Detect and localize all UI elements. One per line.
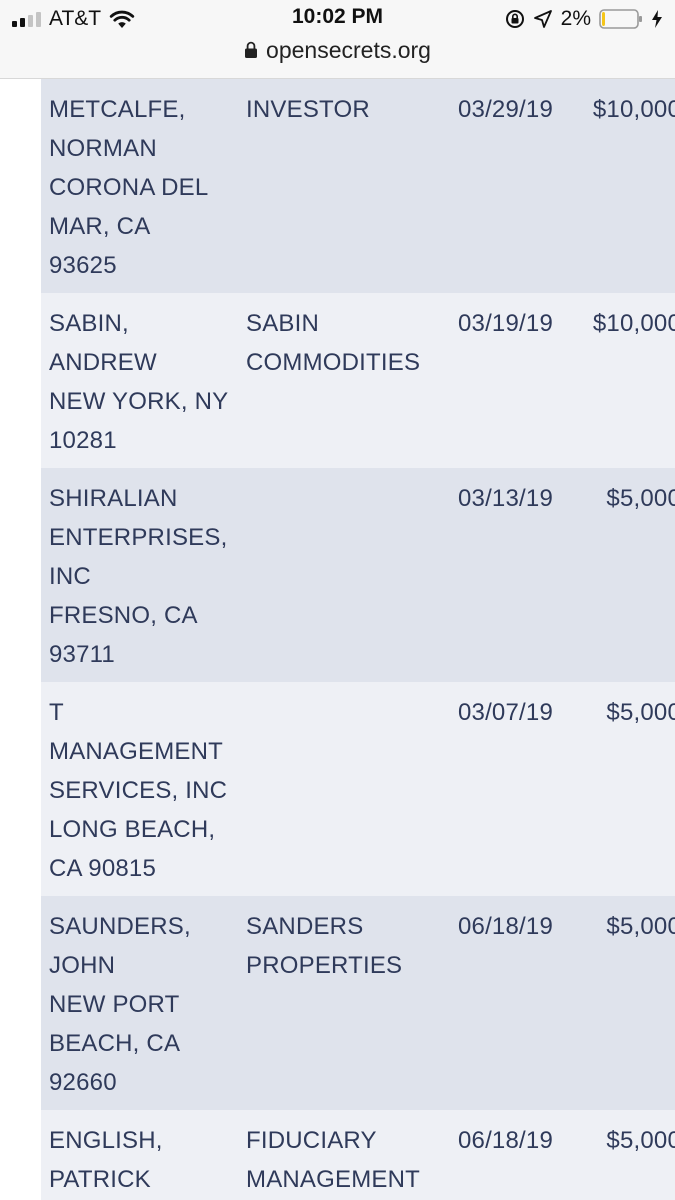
status-right: 2%: [505, 6, 663, 32]
employer-cell: INVESTOR: [238, 79, 435, 293]
charging-bolt-icon: [652, 10, 662, 28]
orientation-lock-icon: [505, 10, 524, 28]
contributor-cell-line: ENGLISH,: [49, 1127, 163, 1154]
contributor-cell-line: INC: [49, 563, 91, 590]
amount-cell: $5,000: [557, 468, 675, 682]
contributor-cell-line: CORONA DEL: [49, 174, 209, 201]
contributor-cell-line: MANAGEMENT: [49, 738, 224, 765]
location-arrow-icon: [533, 10, 552, 28]
contributor-cell-line: PATRICK: [49, 1166, 151, 1193]
date-cell: 06/18/19: [435, 896, 557, 1110]
contributor-cell-line: NEW YORK, NY: [49, 388, 229, 415]
contributor-cell-line: MAR, CA: [49, 213, 151, 240]
employer-cell-line: MANAGEMENT: [246, 1166, 421, 1193]
contributor-cell: SABIN, ANDREW NEW YORK, NY 10281: [41, 293, 238, 468]
date-cell: 03/13/19: [435, 468, 557, 682]
contributor-cell-line: METCALFE,: [49, 96, 186, 123]
contributor-cell: T MANAGEMENT SERVICES, INC LONG BEACH, CA 90…: [41, 682, 238, 896]
date-cell: 03/07/19: [435, 682, 557, 896]
contributor-cell-line: SHIRALIAN: [49, 485, 178, 512]
employer-cell-line: COMMODITIES: [246, 349, 421, 376]
battery-percent: 2%: [560, 7, 591, 30]
contributor-cell-line: 10281: [49, 427, 117, 454]
amount-cell: $5,000: [557, 1110, 675, 1200]
amount-cell: $10,000: [557, 293, 675, 468]
contributor-cell-line: NORMAN: [49, 135, 157, 162]
contributor-cell-line: ENTERPRISES,: [49, 524, 228, 551]
contributor-cell-line: NEW PORT: [49, 991, 180, 1018]
employer-cell-line: SABIN: [246, 310, 320, 337]
status-bar: AT&T 10:02 PM 2% opensecrets.org: [0, 0, 675, 79]
contributor-cell: METCALFE, NORMAN CORONA DEL MAR, CA 93625: [41, 79, 238, 293]
employer-cell: [238, 468, 435, 682]
contributor-cell-line: LONG BEACH,: [49, 816, 216, 843]
date-cell: 03/19/19: [435, 293, 557, 468]
contributor-cell-line: 93625: [49, 252, 117, 279]
date-cell: 03/29/19: [435, 79, 557, 293]
address-bar[interactable]: opensecrets.org: [0, 36, 675, 64]
table-row: SABIN, ANDREW NEW YORK, NY 10281 SABIN COMMOD…: [41, 293, 675, 468]
employer-cell: FIDUCIARYMANAGEMENTINC: [238, 1110, 435, 1200]
date-cell: 06/18/19: [435, 1110, 557, 1200]
amount-cell: $10,000: [557, 79, 675, 293]
contributor-cell-line: 93711: [49, 641, 115, 668]
employer-cell-line: FIDUCIARY: [246, 1127, 377, 1154]
contributor-cell-line: 92660: [49, 1069, 117, 1096]
lock-icon: [245, 41, 258, 58]
contributor-cell-line: SABIN,: [49, 310, 129, 337]
contributor-cell-line: SAUNDERS,: [49, 913, 191, 940]
contributor-cell-line: JOHN: [49, 952, 116, 979]
table-row: SHIRALIAN ENTERPRISES, INC FRESNO, CA 93711 0…: [41, 468, 675, 682]
table-row: METCALFE, NORMAN CORONA DEL MAR, CA 93625 INV…: [41, 79, 675, 293]
contributor-cell-line: T: [49, 699, 64, 726]
table-row: T MANAGEMENT SERVICES, INC LONG BEACH, CA 90…: [41, 682, 675, 896]
amount-cell: $5,000: [557, 682, 675, 896]
page-content: METCALFE, NORMAN CORONA DEL MAR, CA 93625 INV…: [0, 79, 675, 1200]
contributor-cell-line: BEACH, CA: [49, 1030, 181, 1057]
employer-cell-line: INVESTOR: [246, 96, 370, 123]
contributor-cell: ENGLISH,PATRICKWAUWATOSA,: [41, 1110, 238, 1200]
employer-cell-line: SANDERS: [246, 913, 364, 940]
url-text[interactable]: opensecrets.org: [266, 37, 431, 64]
contributor-cell-line: CA 90815: [49, 855, 157, 882]
contributor-cell-line: ANDREW: [49, 349, 157, 376]
battery-icon: [599, 9, 642, 29]
employer-cell: [238, 682, 435, 896]
employer-cell: SANDERS PROPERTIES: [238, 896, 435, 1110]
amount-cell: $5,000: [557, 896, 675, 1110]
contributor-cell-line: FRESNO, CA: [49, 602, 198, 629]
contributor-cell: SHIRALIAN ENTERPRISES, INC FRESNO, CA 93711: [41, 468, 238, 682]
employer-cell: SABIN COMMODITIES: [238, 293, 435, 468]
table-row: SAUNDERS, JOHN NEW PORT BEACH, CA 92660 SANDE…: [41, 896, 675, 1110]
contributions-table: METCALFE, NORMAN CORONA DEL MAR, CA 93625 INV…: [41, 79, 675, 1200]
contributions-table-body: METCALFE, NORMAN CORONA DEL MAR, CA 93625 INV…: [41, 79, 675, 1200]
contributor-cell: SAUNDERS, JOHN NEW PORT BEACH, CA 92660: [41, 896, 238, 1110]
contributor-cell-line: SERVICES, INC: [49, 777, 228, 804]
employer-cell-line: PROPERTIES: [246, 952, 403, 979]
table-row: ENGLISH,PATRICKWAUWATOSA,FIDUCIARYMANAGE…: [41, 1110, 675, 1200]
